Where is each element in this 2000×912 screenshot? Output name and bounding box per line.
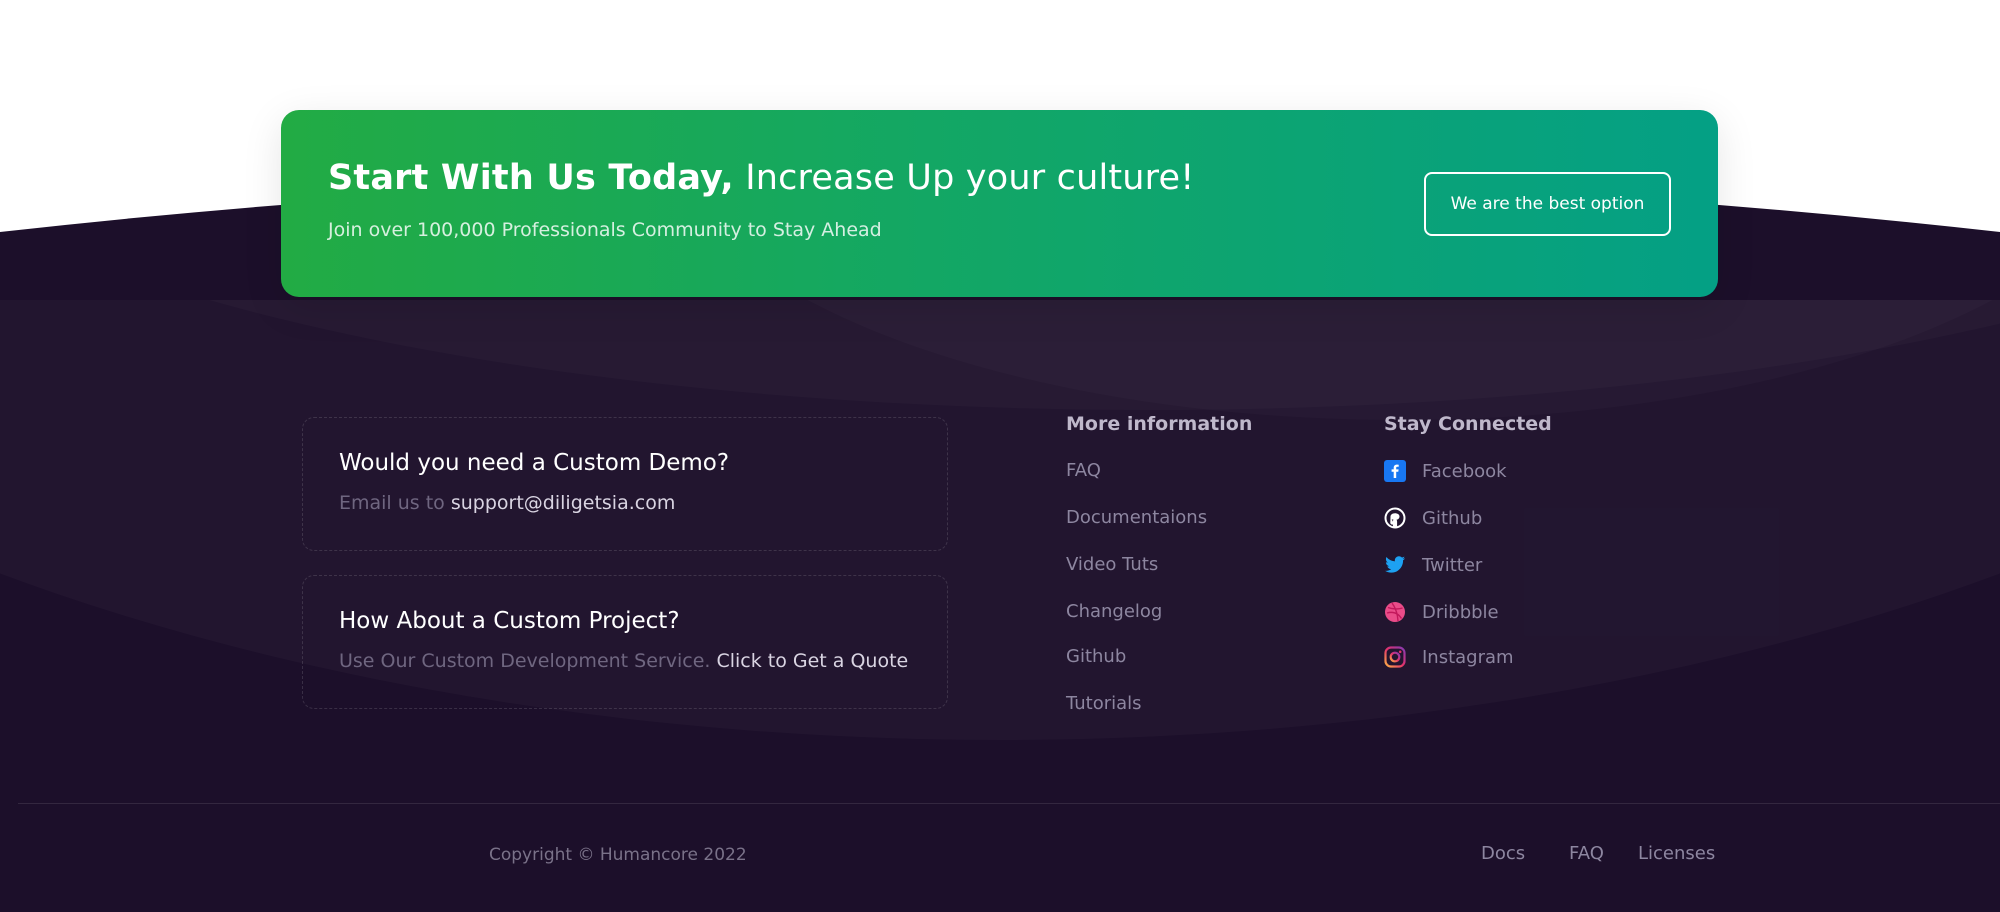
github-icon [1384, 507, 1406, 529]
social-facebook[interactable]: Facebook [1384, 458, 1507, 484]
facebook-icon [1384, 460, 1406, 482]
custom-project-card: How About a Custom Project? Use Our Cust… [302, 575, 948, 709]
more-information-heading: More information [1066, 413, 1253, 435]
social-label: Instagram [1422, 646, 1514, 668]
footer-link-tutorials[interactable]: Tutorials [1066, 693, 1142, 714]
cta-banner: Start With Us Today, Increase Up your cu… [281, 110, 1718, 297]
social-github[interactable]: Github [1384, 505, 1482, 531]
bottom-link-licenses[interactable]: Licenses [1638, 843, 1715, 864]
banner-title: Start With Us Today, Increase Up your cu… [328, 158, 1194, 198]
footer-link-video-tuts[interactable]: Video Tuts [1066, 554, 1158, 575]
instagram-icon [1384, 646, 1406, 668]
social-label: Twitter [1422, 554, 1483, 576]
dribbble-icon [1384, 601, 1406, 623]
footer-link-github[interactable]: Github [1066, 646, 1126, 667]
footer-divider [18, 803, 2000, 804]
social-dribbble[interactable]: Dribbble [1384, 599, 1499, 625]
card-text-label: Email us to [339, 492, 445, 514]
card-title: Would you need a Custom Demo? [339, 450, 730, 476]
banner-title-bold: Start With Us Today, [328, 158, 734, 198]
social-instagram[interactable]: Instagram [1384, 644, 1514, 670]
social-label: Dribbble [1422, 601, 1499, 623]
footer-link-changelog[interactable]: Changelog [1066, 601, 1162, 622]
twitter-icon [1384, 554, 1406, 576]
card-text: Use Our Custom Development Service. Clic… [339, 650, 908, 672]
footer-link-faq[interactable]: FAQ [1066, 460, 1101, 481]
bottom-link-faq[interactable]: FAQ [1569, 843, 1604, 864]
stay-connected-heading: Stay Connected [1384, 413, 1552, 435]
support-email-link[interactable]: support@diligetsia.com [451, 492, 675, 514]
social-twitter[interactable]: Twitter [1384, 552, 1482, 578]
footer-link-documentations[interactable]: Documentaions [1066, 507, 1207, 528]
footer [0, 300, 2000, 912]
social-label: Github [1422, 507, 1483, 529]
card-text: Email us to support@diligetsia.com [339, 492, 675, 514]
banner-subtitle: Join over 100,000 Professionals Communit… [328, 219, 882, 241]
get-quote-link[interactable]: Click to Get a Quote [716, 650, 908, 672]
social-label: Facebook [1422, 460, 1507, 482]
banner-title-light: Increase Up your culture! [745, 158, 1195, 198]
bottom-link-docs[interactable]: Docs [1481, 843, 1525, 864]
best-option-button[interactable]: We are the best option [1424, 172, 1671, 236]
copyright-text: Copyright © Humancore 2022 [489, 845, 747, 865]
custom-demo-card: Would you need a Custom Demo? Email us t… [302, 417, 948, 551]
card-title: How About a Custom Project? [339, 608, 680, 634]
card-text-label: Use Our Custom Development Service. [339, 650, 711, 672]
